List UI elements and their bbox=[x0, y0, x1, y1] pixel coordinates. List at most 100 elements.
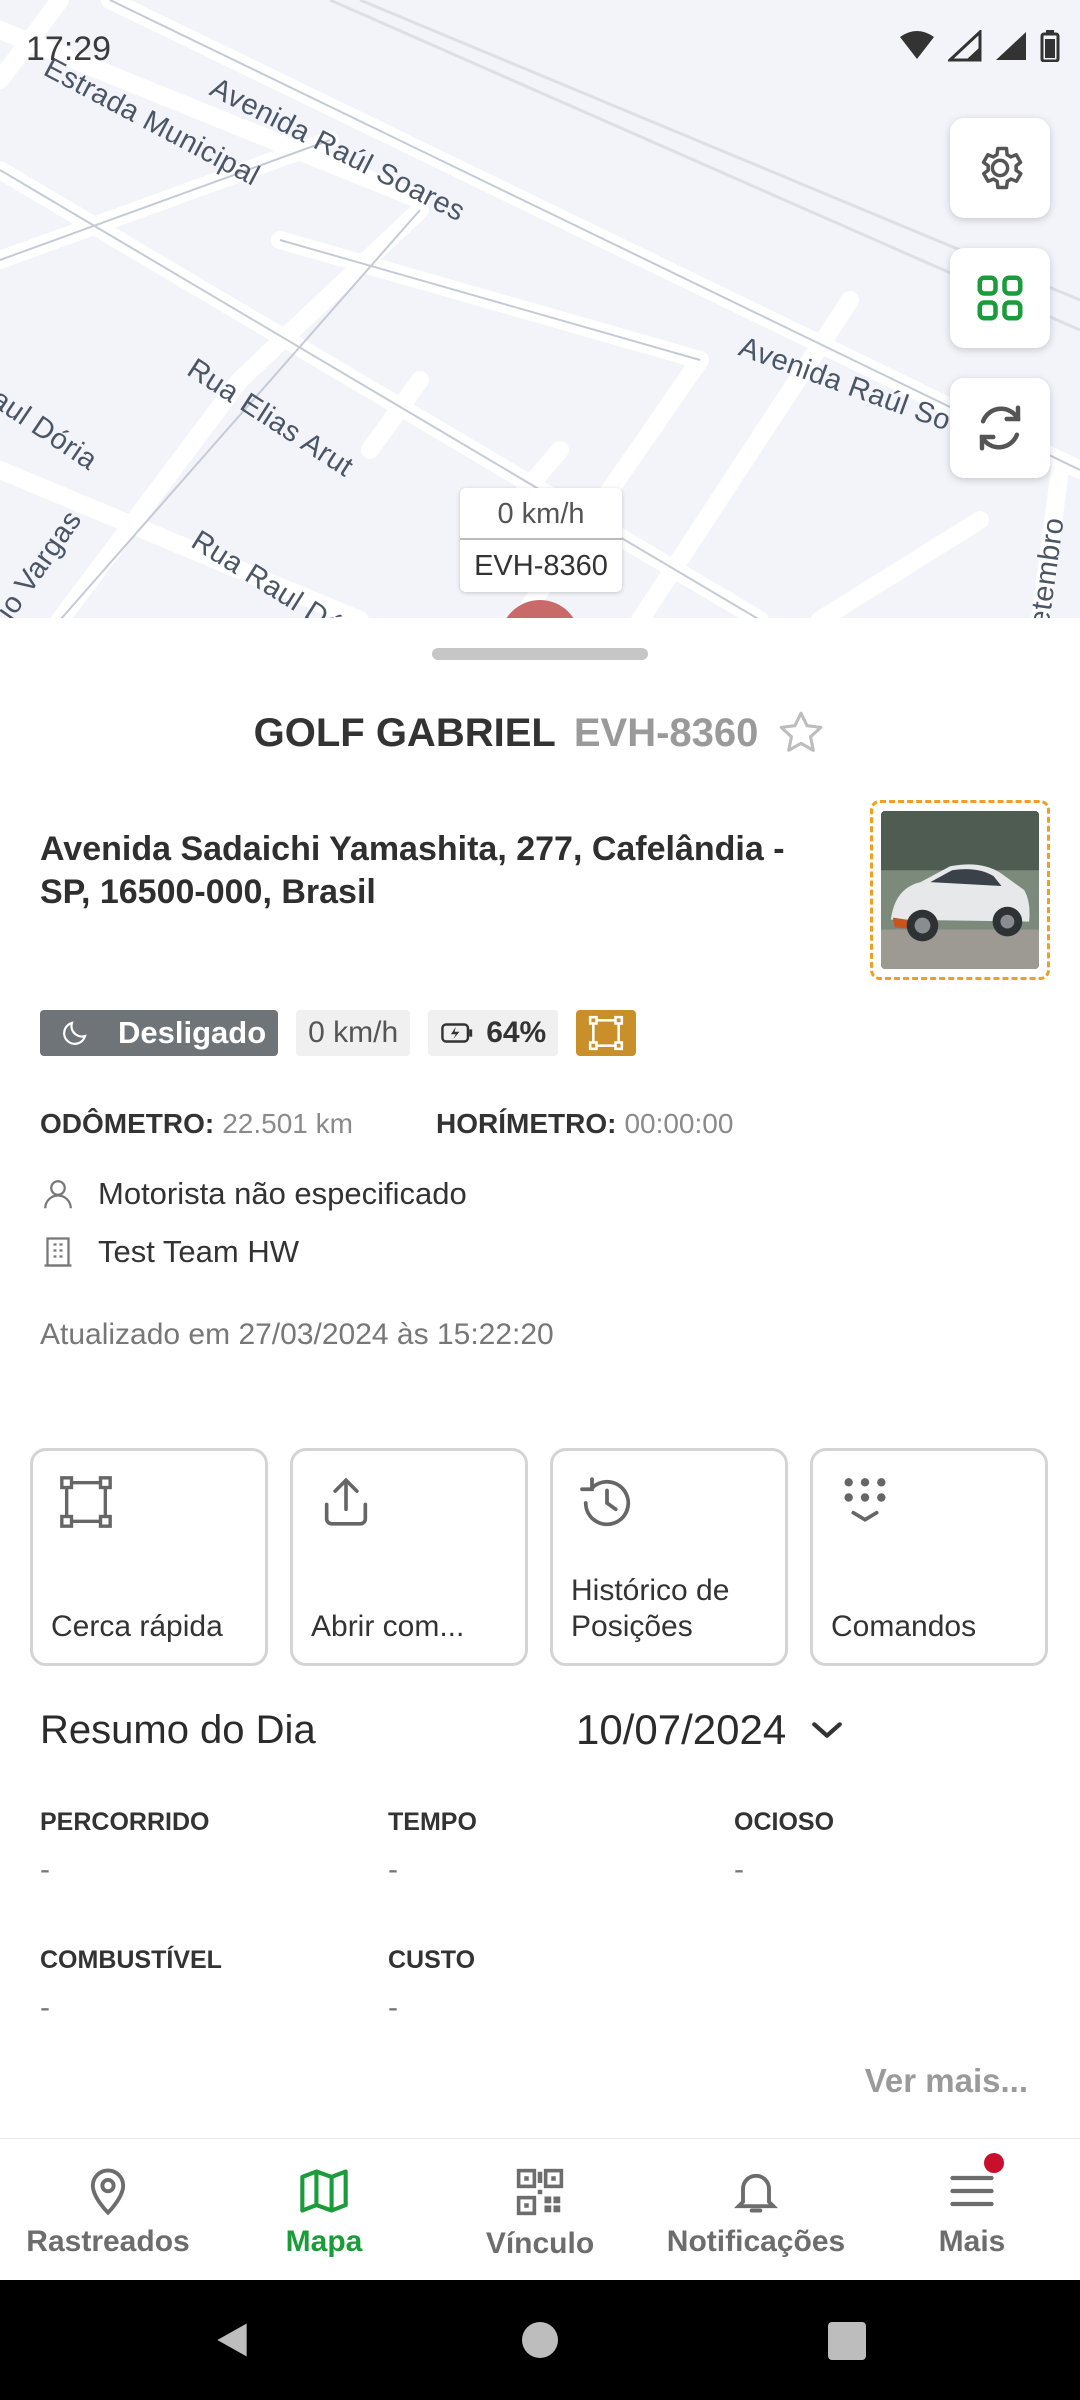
summary-time: TEMPO - bbox=[388, 1808, 477, 1887]
signal-icon bbox=[948, 30, 982, 62]
last-updated: Atualizado em 27/03/2024 às 15:22:20 bbox=[40, 1318, 554, 1351]
vehicle-photo[interactable] bbox=[870, 800, 1050, 980]
summary-fuel-value: - bbox=[40, 1991, 50, 2024]
map-refresh-button[interactable] bbox=[950, 378, 1050, 478]
quick-fence-label: Cerca rápida bbox=[51, 1610, 223, 1643]
speed-value: 0 km/h bbox=[308, 1016, 399, 1049]
hourmeter-value: 00:00:00 bbox=[624, 1108, 734, 1139]
summary-fuel: COMBUSTÍVEL - bbox=[40, 1946, 222, 2025]
commands-button[interactable]: Comandos bbox=[810, 1448, 1048, 1666]
driver-name: Motorista não especificado bbox=[98, 1176, 467, 1211]
summary-cost: CUSTO - bbox=[388, 1946, 475, 2025]
nav-more[interactable]: Mais bbox=[864, 2139, 1080, 2280]
quick-actions: Cerca rápida Abrir com... Histórico de P… bbox=[30, 1448, 1048, 1666]
battery-status-icon bbox=[1040, 30, 1060, 62]
driver-row: Motorista não especificado bbox=[40, 1176, 467, 1212]
sheet-drag-handle[interactable] bbox=[432, 648, 648, 660]
battery-chip: 64% bbox=[428, 1010, 559, 1056]
vehicle-map-speed: 0 km/h bbox=[460, 488, 622, 540]
nav-link[interactable]: Vínculo bbox=[432, 2139, 648, 2280]
map-icon bbox=[300, 2169, 348, 2213]
nav-tracked[interactable]: Rastreados bbox=[0, 2139, 216, 2280]
history-icon bbox=[580, 1477, 631, 1527]
wifi-icon bbox=[900, 31, 934, 59]
nav-more-label: Mais bbox=[938, 2225, 1006, 2258]
odometer-label: ODÔMETRO: bbox=[40, 1108, 215, 1139]
hourmeter-label: HORÍMETRO: bbox=[436, 1108, 617, 1139]
share-icon bbox=[324, 1477, 368, 1526]
ignition-status-chip: Desligado bbox=[40, 1010, 279, 1056]
odometer-value: 22.501 km bbox=[222, 1108, 353, 1139]
favorite-star-icon[interactable] bbox=[776, 708, 826, 758]
system-navigation-bar bbox=[0, 2280, 1080, 2400]
nav-link-label: Vínculo bbox=[485, 2227, 595, 2260]
summary-distance-value: - bbox=[40, 1853, 50, 1886]
nav-notifications[interactable]: Notificações bbox=[648, 2139, 864, 2280]
speed-chip: 0 km/h bbox=[296, 1010, 411, 1056]
fence-chip[interactable] bbox=[576, 1010, 637, 1056]
nav-notifications-label: Notificações bbox=[666, 2225, 846, 2258]
nav-tracked-label: Rastreados bbox=[26, 2225, 190, 2258]
open-with-button[interactable]: Abrir com... bbox=[290, 1448, 528, 1666]
vehicle-status-chips: Desligado 0 km/h 64% bbox=[40, 1010, 637, 1056]
nav-map[interactable]: Mapa bbox=[216, 2139, 432, 2280]
battery-value: 64% bbox=[486, 1016, 547, 1049]
summary-time-label: TEMPO bbox=[388, 1808, 477, 1836]
refresh-icon bbox=[979, 405, 1021, 451]
vehicle-title-row: GOLF GABRIEL EVH-8360 bbox=[0, 708, 1080, 758]
summary-idle-label: OCIOSO bbox=[734, 1808, 835, 1836]
ignition-status-label: Desligado bbox=[118, 1015, 267, 1050]
status-bar: 17:29 bbox=[0, 0, 1080, 100]
vehicle-meters: ODÔMETRO: 22.501 km HORÍMETRO: 00:00:00 bbox=[40, 1108, 733, 1140]
bottom-navigation: Rastreados Mapa Vínculo Notificações Mai… bbox=[0, 2138, 1080, 2280]
gear-icon bbox=[981, 146, 1023, 190]
fence-icon bbox=[60, 1476, 112, 1528]
system-icons bbox=[898, 30, 1060, 62]
position-history-label: Histórico de Posições bbox=[571, 1574, 730, 1643]
battery-charging-icon bbox=[441, 1023, 473, 1043]
summary-cost-label: CUSTO bbox=[388, 1946, 476, 1974]
signal-icon bbox=[996, 32, 1026, 60]
vehicle-plate: EVH-8360 bbox=[573, 710, 759, 755]
summary-date: 10/07/2024 bbox=[576, 1706, 787, 1753]
vehicle-details-sheet: GOLF GABRIEL EVH-8360 Avenida Sadaichi Y… bbox=[0, 618, 1080, 2138]
grid-icon bbox=[977, 275, 1023, 321]
back-icon[interactable] bbox=[210, 2318, 254, 2362]
vehicle-name: GOLF GABRIEL bbox=[253, 710, 556, 755]
home-button[interactable] bbox=[522, 2322, 558, 2358]
summary-distance-label: PERCORRIDO bbox=[40, 1808, 210, 1836]
vehicle-address: Avenida Sadaichi Yamashita, 277, Cafelân… bbox=[40, 830, 785, 911]
odometer: ODÔMETRO: 22.501 km bbox=[40, 1108, 436, 1140]
map-layers-button[interactable] bbox=[950, 248, 1050, 348]
vehicle-map-label[interactable]: 0 km/h EVH-8360 bbox=[460, 488, 622, 592]
summary-date-selector[interactable]: 10/07/2024 bbox=[576, 1706, 844, 1754]
status-time: 17:29 bbox=[26, 30, 112, 68]
qr-code-icon bbox=[516, 2168, 564, 2216]
summary-fuel-label: COMBUSTÍVEL bbox=[40, 1946, 222, 1974]
location-pin-icon bbox=[90, 2168, 126, 2216]
map-view[interactable]: Estrada Municipal Avenida Raúl Soares Av… bbox=[0, 0, 1080, 620]
position-history-button[interactable]: Histórico de Posições bbox=[550, 1448, 788, 1666]
recent-apps-button[interactable] bbox=[828, 2322, 866, 2360]
notification-badge bbox=[984, 2153, 1004, 2173]
car-photo-image bbox=[881, 811, 1039, 969]
see-more-link[interactable]: Ver mais... bbox=[865, 2062, 1028, 2100]
commands-label: Comandos bbox=[831, 1610, 977, 1643]
summary-time-value: - bbox=[388, 1853, 398, 1886]
vehicle-map-plate: EVH-8360 bbox=[474, 550, 608, 582]
summary-idle-value: - bbox=[734, 1853, 744, 1886]
moon-icon bbox=[63, 1021, 87, 1045]
open-with-label: Abrir com... bbox=[311, 1610, 465, 1643]
day-summary-title: Resumo do Dia bbox=[40, 1708, 316, 1752]
nav-map-label: Mapa bbox=[285, 2225, 363, 2258]
menu-icon bbox=[950, 2175, 994, 2207]
hourmeter: HORÍMETRO: 00:00:00 bbox=[436, 1108, 733, 1140]
chevron-down-icon bbox=[812, 1722, 843, 1738]
person-icon bbox=[44, 1180, 72, 1209]
building-icon bbox=[44, 1237, 72, 1267]
quick-fence-button[interactable]: Cerca rápida bbox=[30, 1448, 268, 1666]
map-settings-button[interactable] bbox=[950, 118, 1050, 218]
fence-icon bbox=[589, 1015, 624, 1051]
team-row: Test Team HW bbox=[40, 1234, 299, 1270]
summary-idle: OCIOSO - bbox=[734, 1808, 834, 1887]
